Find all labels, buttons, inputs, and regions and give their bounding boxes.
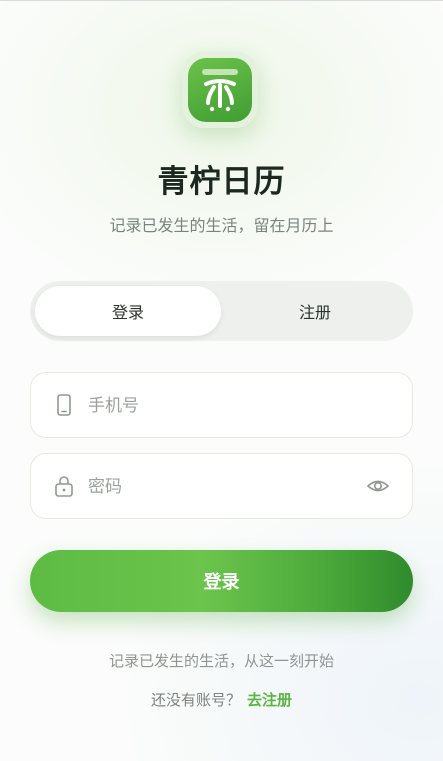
auth-tabs: 登录 注册 bbox=[30, 281, 413, 341]
app-subtitle: 记录已发生的生活，留在月历上 bbox=[109, 216, 334, 235]
tab-register[interactable]: 注册 bbox=[222, 286, 408, 336]
phone-field bbox=[30, 372, 413, 439]
top-divider bbox=[0, 0, 443, 1]
phone-icon bbox=[57, 394, 71, 416]
register-link[interactable]: 去注册 bbox=[247, 691, 292, 709]
footer-tagline: 记录已发生的生活，从这一刻开始 bbox=[108, 652, 334, 670]
password-input[interactable] bbox=[86, 454, 350, 520]
app-title: 青柠日历 bbox=[157, 164, 286, 200]
app-logo bbox=[182, 52, 258, 128]
lock-icon bbox=[55, 476, 73, 497]
lime-logo-icon bbox=[188, 58, 252, 122]
no-account-text: 还没有账号？ bbox=[150, 691, 241, 709]
register-prompt: 还没有账号？ 去注册 bbox=[0, 689, 443, 710]
phone-input[interactable] bbox=[86, 373, 350, 439]
tab-login[interactable]: 登录 bbox=[35, 286, 221, 336]
password-field bbox=[30, 453, 413, 520]
login-button[interactable]: 登录 bbox=[30, 550, 413, 612]
eye-icon[interactable] bbox=[366, 475, 390, 497]
